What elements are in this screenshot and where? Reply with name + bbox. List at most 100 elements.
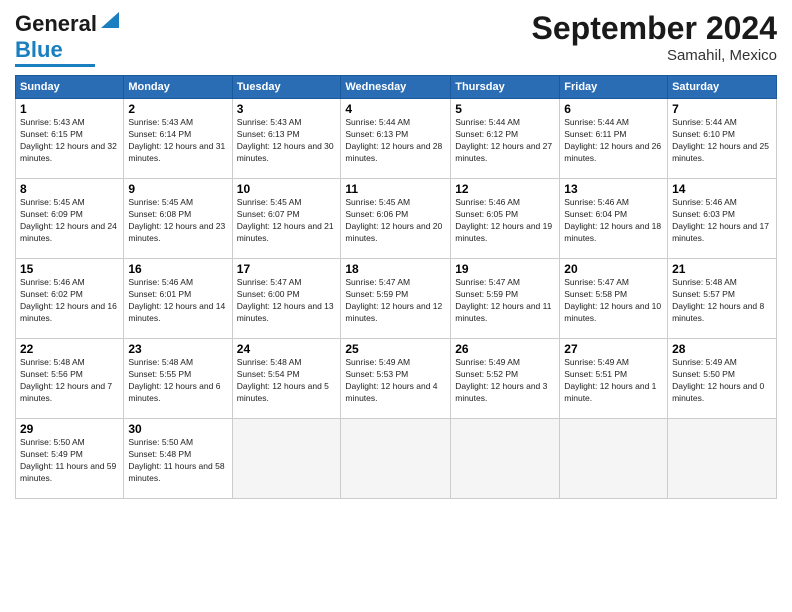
col-saturday: Saturday xyxy=(668,76,777,99)
col-tuesday: Tuesday xyxy=(232,76,341,99)
day-info: Sunrise: 5:47 AMSunset: 5:59 PMDaylight:… xyxy=(345,277,446,325)
day-number: 3 xyxy=(237,102,337,116)
day-number: 13 xyxy=(564,182,663,196)
calendar-cell: 2Sunrise: 5:43 AMSunset: 6:14 PMDaylight… xyxy=(124,99,232,179)
day-number: 21 xyxy=(672,262,772,276)
day-number: 22 xyxy=(20,342,119,356)
calendar-cell: 25Sunrise: 5:49 AMSunset: 5:53 PMDayligh… xyxy=(341,339,451,419)
calendar-cell: 22Sunrise: 5:48 AMSunset: 5:56 PMDayligh… xyxy=(16,339,124,419)
logo-underline xyxy=(15,64,95,67)
calendar-cell: 27Sunrise: 5:49 AMSunset: 5:51 PMDayligh… xyxy=(560,339,668,419)
calendar-cell: 11Sunrise: 5:45 AMSunset: 6:06 PMDayligh… xyxy=(341,179,451,259)
day-number: 5 xyxy=(455,102,555,116)
day-info: Sunrise: 5:46 AMSunset: 6:05 PMDaylight:… xyxy=(455,197,555,245)
calendar-cell: 6Sunrise: 5:44 AMSunset: 6:11 PMDaylight… xyxy=(560,99,668,179)
day-number: 8 xyxy=(20,182,119,196)
day-number: 18 xyxy=(345,262,446,276)
calendar-cell: 19Sunrise: 5:47 AMSunset: 5:59 PMDayligh… xyxy=(451,259,560,339)
day-number: 7 xyxy=(672,102,772,116)
day-info: Sunrise: 5:45 AMSunset: 6:09 PMDaylight:… xyxy=(20,197,119,245)
calendar-week-row: 15Sunrise: 5:46 AMSunset: 6:02 PMDayligh… xyxy=(16,259,777,339)
calendar-week-row: 22Sunrise: 5:48 AMSunset: 5:56 PMDayligh… xyxy=(16,339,777,419)
day-number: 30 xyxy=(128,422,227,436)
day-number: 15 xyxy=(20,262,119,276)
day-number: 25 xyxy=(345,342,446,356)
calendar-cell: 13Sunrise: 5:46 AMSunset: 6:04 PMDayligh… xyxy=(560,179,668,259)
calendar-cell: 14Sunrise: 5:46 AMSunset: 6:03 PMDayligh… xyxy=(668,179,777,259)
calendar-cell: 20Sunrise: 5:47 AMSunset: 5:58 PMDayligh… xyxy=(560,259,668,339)
day-info: Sunrise: 5:48 AMSunset: 5:54 PMDaylight:… xyxy=(237,357,337,405)
day-info: Sunrise: 5:46 AMSunset: 6:02 PMDaylight:… xyxy=(20,277,119,325)
calendar-cell: 3Sunrise: 5:43 AMSunset: 6:13 PMDaylight… xyxy=(232,99,341,179)
calendar-cell: 4Sunrise: 5:44 AMSunset: 6:13 PMDaylight… xyxy=(341,99,451,179)
calendar-cell: 1Sunrise: 5:43 AMSunset: 6:15 PMDaylight… xyxy=(16,99,124,179)
col-wednesday: Wednesday xyxy=(341,76,451,99)
day-info: Sunrise: 5:50 AMSunset: 5:49 PMDaylight:… xyxy=(20,437,119,485)
calendar-cell xyxy=(451,419,560,499)
day-number: 4 xyxy=(345,102,446,116)
day-info: Sunrise: 5:43 AMSunset: 6:14 PMDaylight:… xyxy=(128,117,227,165)
day-number: 12 xyxy=(455,182,555,196)
calendar-cell: 24Sunrise: 5:48 AMSunset: 5:54 PMDayligh… xyxy=(232,339,341,419)
day-number: 20 xyxy=(564,262,663,276)
day-number: 23 xyxy=(128,342,227,356)
logo-blue: Blue xyxy=(15,37,63,63)
day-info: Sunrise: 5:48 AMSunset: 5:56 PMDaylight:… xyxy=(20,357,119,405)
col-monday: Monday xyxy=(124,76,232,99)
header: General Blue September 2024 Samahil, Mex… xyxy=(15,10,777,67)
calendar-cell: 15Sunrise: 5:46 AMSunset: 6:02 PMDayligh… xyxy=(16,259,124,339)
day-number: 6 xyxy=(564,102,663,116)
day-info: Sunrise: 5:45 AMSunset: 6:06 PMDaylight:… xyxy=(345,197,446,245)
col-sunday: Sunday xyxy=(16,76,124,99)
calendar-cell xyxy=(668,419,777,499)
day-number: 17 xyxy=(237,262,337,276)
day-number: 27 xyxy=(564,342,663,356)
day-info: Sunrise: 5:44 AMSunset: 6:10 PMDaylight:… xyxy=(672,117,772,165)
day-info: Sunrise: 5:45 AMSunset: 6:08 PMDaylight:… xyxy=(128,197,227,245)
day-info: Sunrise: 5:43 AMSunset: 6:13 PMDaylight:… xyxy=(237,117,337,165)
day-info: Sunrise: 5:43 AMSunset: 6:15 PMDaylight:… xyxy=(20,117,119,165)
calendar-cell: 17Sunrise: 5:47 AMSunset: 6:00 PMDayligh… xyxy=(232,259,341,339)
day-info: Sunrise: 5:48 AMSunset: 5:57 PMDaylight:… xyxy=(672,277,772,325)
calendar-cell: 26Sunrise: 5:49 AMSunset: 5:52 PMDayligh… xyxy=(451,339,560,419)
calendar-cell xyxy=(560,419,668,499)
col-friday: Friday xyxy=(560,76,668,99)
day-number: 24 xyxy=(237,342,337,356)
day-info: Sunrise: 5:49 AMSunset: 5:52 PMDaylight:… xyxy=(455,357,555,405)
title-area: September 2024 Samahil, Mexico xyxy=(532,10,777,64)
day-number: 29 xyxy=(20,422,119,436)
calendar-cell: 12Sunrise: 5:46 AMSunset: 6:05 PMDayligh… xyxy=(451,179,560,259)
day-info: Sunrise: 5:46 AMSunset: 6:01 PMDaylight:… xyxy=(128,277,227,325)
calendar-week-row: 8Sunrise: 5:45 AMSunset: 6:09 PMDaylight… xyxy=(16,179,777,259)
calendar-cell: 10Sunrise: 5:45 AMSunset: 6:07 PMDayligh… xyxy=(232,179,341,259)
day-info: Sunrise: 5:48 AMSunset: 5:55 PMDaylight:… xyxy=(128,357,227,405)
day-info: Sunrise: 5:44 AMSunset: 6:13 PMDaylight:… xyxy=(345,117,446,165)
calendar-cell: 9Sunrise: 5:45 AMSunset: 6:08 PMDaylight… xyxy=(124,179,232,259)
day-number: 11 xyxy=(345,182,446,196)
day-number: 2 xyxy=(128,102,227,116)
calendar-cell: 23Sunrise: 5:48 AMSunset: 5:55 PMDayligh… xyxy=(124,339,232,419)
calendar-page: General Blue September 2024 Samahil, Mex… xyxy=(0,0,792,612)
day-info: Sunrise: 5:47 AMSunset: 6:00 PMDaylight:… xyxy=(237,277,337,325)
day-info: Sunrise: 5:49 AMSunset: 5:53 PMDaylight:… xyxy=(345,357,446,405)
day-info: Sunrise: 5:44 AMSunset: 6:11 PMDaylight:… xyxy=(564,117,663,165)
day-info: Sunrise: 5:47 AMSunset: 5:58 PMDaylight:… xyxy=(564,277,663,325)
calendar-cell: 16Sunrise: 5:46 AMSunset: 6:01 PMDayligh… xyxy=(124,259,232,339)
day-number: 10 xyxy=(237,182,337,196)
day-info: Sunrise: 5:47 AMSunset: 5:59 PMDaylight:… xyxy=(455,277,555,325)
day-number: 16 xyxy=(128,262,227,276)
calendar-week-row: 1Sunrise: 5:43 AMSunset: 6:15 PMDaylight… xyxy=(16,99,777,179)
month-title: September 2024 xyxy=(532,10,777,47)
day-number: 19 xyxy=(455,262,555,276)
day-number: 14 xyxy=(672,182,772,196)
calendar-cell: 8Sunrise: 5:45 AMSunset: 6:09 PMDaylight… xyxy=(16,179,124,259)
col-thursday: Thursday xyxy=(451,76,560,99)
day-info: Sunrise: 5:44 AMSunset: 6:12 PMDaylight:… xyxy=(455,117,555,165)
calendar-cell: 28Sunrise: 5:49 AMSunset: 5:50 PMDayligh… xyxy=(668,339,777,419)
header-row: Sunday Monday Tuesday Wednesday Thursday… xyxy=(16,76,777,99)
day-info: Sunrise: 5:50 AMSunset: 5:48 PMDaylight:… xyxy=(128,437,227,485)
location: Samahil, Mexico xyxy=(532,47,777,64)
calendar-table: Sunday Monday Tuesday Wednesday Thursday… xyxy=(15,75,777,499)
day-info: Sunrise: 5:49 AMSunset: 5:50 PMDaylight:… xyxy=(672,357,772,405)
calendar-cell: 18Sunrise: 5:47 AMSunset: 5:59 PMDayligh… xyxy=(341,259,451,339)
